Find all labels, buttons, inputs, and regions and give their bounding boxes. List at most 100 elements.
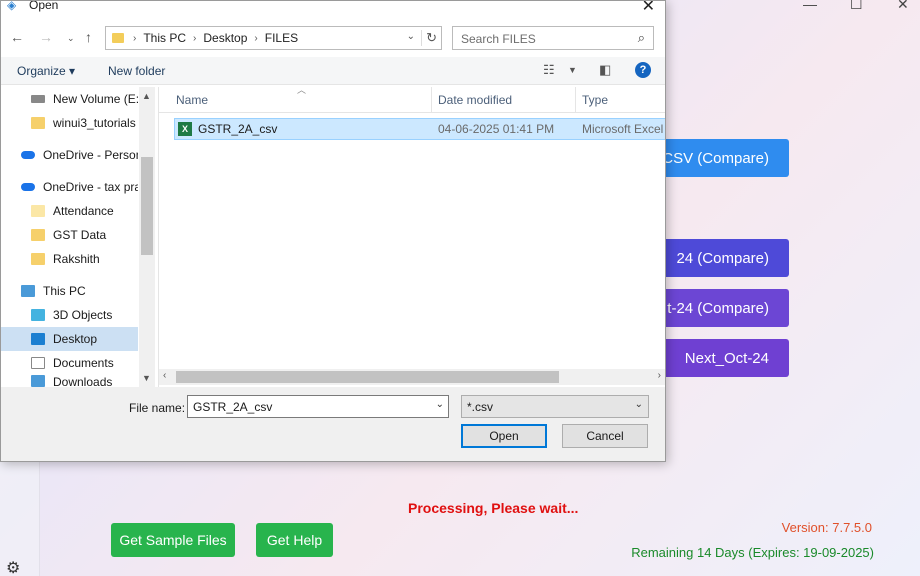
folder-icon [31, 253, 45, 265]
maximize-icon[interactable]: ☐ [850, 0, 863, 13]
folder-icon [112, 33, 124, 43]
address-bar[interactable]: › This PC › Desktop › FILES ⌄ ↻ [105, 26, 442, 50]
scrollbar-thumb[interactable] [176, 371, 559, 383]
column-divider[interactable] [575, 87, 576, 113]
view-options-icon[interactable]: ☷ [543, 62, 555, 78]
column-header-type[interactable]: Type [582, 93, 608, 107]
breadcrumb-separator-icon: › [254, 32, 258, 44]
sort-arrow-icon: ︿ [297, 85, 307, 95]
breadcrumb-separator-icon: › [133, 32, 137, 44]
nav-item-onedrive-personal[interactable]: OneDrive - Person [1, 143, 138, 167]
documents-icon [31, 357, 45, 369]
search-placeholder: Search FILES [461, 32, 536, 46]
folder-icon [31, 229, 45, 241]
file-name-value: GSTR_2A_csv [193, 400, 273, 414]
nav-item-gst-data[interactable]: GST Data [1, 223, 138, 247]
nav-item-label: Attendance [53, 204, 114, 218]
app-titlebar: — ☐ ✕ [665, 0, 920, 14]
dialog-footer: File name: GSTR_2A_csv ⌄ *.csv ⌄ Open Ca… [1, 387, 665, 461]
horizontal-scrollbar[interactable]: ‹ › [159, 369, 665, 385]
file-date: 04-06-2025 01:41 PM [438, 122, 555, 136]
nav-item-label: 3D Objects [53, 308, 113, 322]
file-name-label: File name: [129, 401, 186, 415]
navigation-row: ← → ⌄ ↑ › This PC › Desktop › FILES ⌄ ↻ … [1, 25, 665, 51]
remaining-days-text: Remaining 14 Days (Expires: 19-09-2025) [631, 545, 874, 560]
refresh-icon[interactable]: ↻ [421, 30, 437, 46]
button-label: 24 (Compare) [676, 249, 769, 267]
processing-status: Processing, Please wait... [408, 500, 579, 516]
up-arrow-icon[interactable]: ↑ [85, 29, 92, 45]
nav-item-label: Desktop [53, 332, 98, 346]
nav-item-3d-objects[interactable]: 3D Objects [1, 303, 138, 327]
column-divider[interactable] [431, 87, 432, 113]
chevron-down-icon[interactable]: ⌄ [436, 399, 444, 410]
get-help-button[interactable]: Get Help [256, 523, 333, 557]
preview-pane-icon[interactable]: ◧ [599, 62, 611, 78]
scrollbar-thumb[interactable] [141, 157, 153, 255]
file-name-input[interactable]: GSTR_2A_csv ⌄ [187, 395, 449, 418]
chevron-down-icon[interactable]: ⌄ [407, 31, 415, 42]
column-header-date[interactable]: Date modified [438, 93, 512, 107]
nav-item-rakshith[interactable]: Rakshith [1, 247, 138, 271]
nav-item-winui3[interactable]: winui3_tutorials [1, 111, 138, 135]
back-arrow-icon[interactable]: ← [10, 29, 24, 45]
scroll-up-icon[interactable]: ▲ [142, 91, 151, 101]
file-type-filter[interactable]: *.csv ⌄ [461, 395, 649, 418]
downloads-icon [31, 375, 45, 387]
nav-item-desktop[interactable]: Desktop [1, 327, 138, 351]
breadcrumb-this-pc[interactable]: This PC [143, 31, 186, 45]
scroll-left-icon[interactable]: ‹ [163, 370, 166, 381]
recent-chevron-icon[interactable]: ⌄ [67, 33, 75, 44]
open-button[interactable]: Open [461, 424, 547, 448]
column-header-row: ︿ Name Date modified Type [159, 85, 665, 113]
nav-item-new-volume[interactable]: New Volume (E:) [1, 87, 138, 111]
onedrive-icon [21, 183, 35, 191]
dialog-titlebar: ◈ Open ✕ [1, 1, 665, 17]
breadcrumb-files[interactable]: FILES [265, 31, 298, 45]
3d-objects-icon [31, 309, 45, 321]
file-row[interactable]: X GSTR_2A_csv 04-06-2025 01:41 PM Micros… [174, 118, 665, 140]
cancel-button[interactable]: Cancel [562, 424, 648, 448]
nav-item-downloads[interactable]: Downloads [1, 375, 138, 387]
button-label: Next_Oct-24 [684, 349, 769, 367]
drive-icon [31, 95, 45, 103]
search-input[interactable]: Search FILES ⌕ [452, 26, 654, 50]
nav-item-label: OneDrive - Person [43, 148, 138, 162]
scroll-down-icon[interactable]: ▼ [142, 373, 151, 383]
get-sample-files-button[interactable]: Get Sample Files [111, 523, 235, 557]
version-text: Version: 7.7.5.0 [781, 520, 872, 535]
forward-arrow-icon[interactable]: → [39, 29, 53, 45]
nav-item-label: winui3_tutorials [53, 116, 136, 130]
file-name: GSTR_2A_csv [198, 122, 278, 136]
close-icon[interactable]: ✕ [897, 0, 909, 13]
chevron-down-icon[interactable]: ⌄ [635, 399, 643, 410]
pc-icon [21, 285, 35, 297]
nav-item-label: This PC [43, 284, 86, 298]
settings-gear-icon[interactable]: ⚙ [6, 558, 20, 576]
breadcrumb-desktop[interactable]: Desktop [203, 31, 247, 45]
excel-icon: X [178, 122, 192, 136]
nav-item-label: Rakshith [53, 252, 100, 266]
minimize-icon[interactable]: — [803, 0, 817, 12]
open-file-dialog: ◈ Open ✕ ← → ⌄ ↑ › This PC › Desktop › F… [0, 0, 666, 462]
scroll-right-icon[interactable]: › [658, 370, 661, 381]
button-label: t-24 (Compare) [667, 299, 769, 317]
help-icon[interactable]: ? [635, 62, 651, 78]
close-icon[interactable]: ✕ [642, 1, 655, 16]
nav-item-label: New Volume (E:) [53, 92, 138, 106]
new-folder-button[interactable]: New folder [108, 64, 165, 78]
file-list-pane: ︿ Name Date modified Type X GSTR_2A_csv … [158, 85, 665, 387]
onedrive-icon [21, 151, 35, 159]
dialog-toolbar: Organize ▾ New folder ☷ ▼ ◧ ? [1, 57, 665, 85]
nav-scrollbar[interactable]: ▲ ▼ [139, 87, 155, 387]
nav-item-documents[interactable]: Documents [1, 351, 138, 375]
nav-item-this-pc[interactable]: This PC [1, 279, 138, 303]
button-label: CSV (Compare) [662, 149, 769, 167]
organize-button[interactable]: Organize ▾ [17, 64, 75, 78]
column-header-name[interactable]: Name [176, 93, 208, 107]
folder-icon [31, 117, 45, 129]
dialog-title: Open [29, 0, 59, 12]
chevron-down-icon[interactable]: ▼ [568, 65, 577, 75]
nav-item-attendance[interactable]: Attendance [1, 199, 138, 223]
nav-item-onedrive-tax[interactable]: OneDrive - tax pra [1, 175, 138, 199]
